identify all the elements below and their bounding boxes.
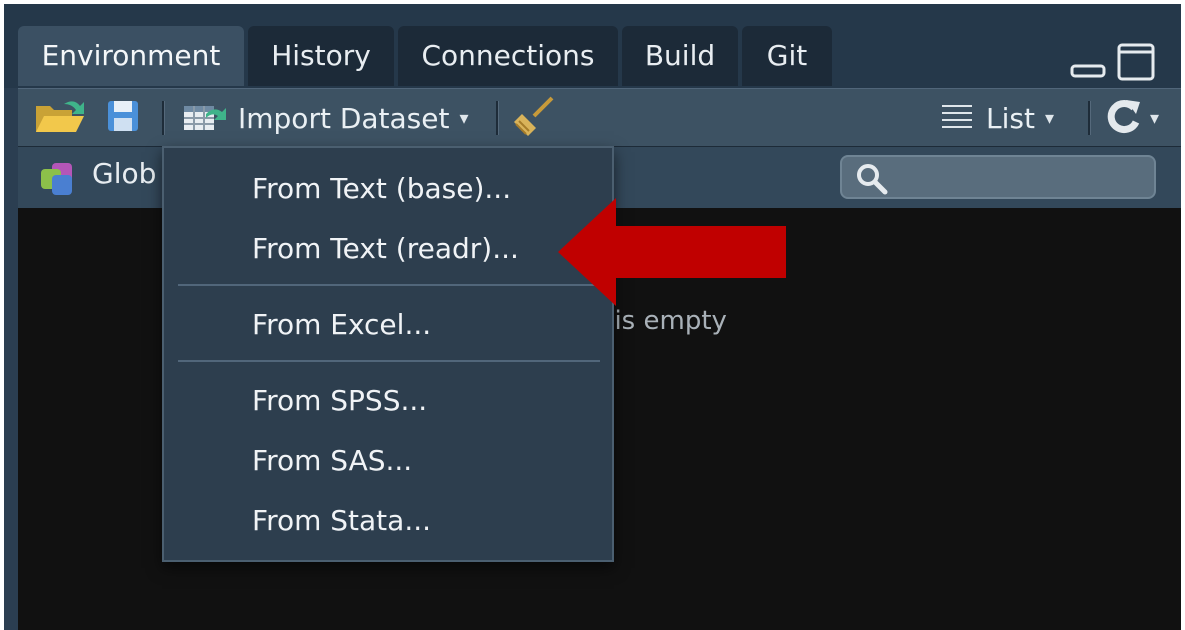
tab-connections[interactable]: Connections: [398, 26, 618, 86]
broom-icon: [512, 94, 556, 142]
toolbar-separator: [496, 101, 499, 135]
environment-selector[interactable]: [38, 161, 78, 201]
menu-separator: [178, 284, 600, 286]
toolbar-separator: [162, 101, 165, 135]
toolbar-separator: [1088, 101, 1091, 135]
list-icon: [942, 103, 972, 133]
environment-stack-icon: [38, 163, 78, 201]
import-dataset-button[interactable]: Import Dataset ▾: [182, 89, 469, 147]
chevron-down-icon: ▾: [459, 107, 469, 129]
open-workspace-button[interactable]: [32, 89, 88, 147]
tab-build[interactable]: Build: [622, 26, 738, 86]
annotation-arrow-icon: [556, 196, 788, 312]
chevron-down-icon: ▾: [1044, 107, 1054, 129]
menu-item-from-stata[interactable]: From Stata...: [164, 494, 612, 548]
folder-open-icon: [32, 96, 88, 140]
menu-item-from-text-readr[interactable]: From Text (readr)...: [164, 222, 612, 276]
table-import-icon: [182, 100, 230, 136]
refresh-icon: [1104, 96, 1144, 140]
import-dataset-label: Import Dataset: [238, 101, 450, 135]
tab-bar: Environment History Connections Build Gi…: [4, 4, 1181, 88]
clear-workspace-button[interactable]: [512, 89, 556, 147]
search-input[interactable]: [840, 155, 1156, 199]
menu-item-from-excel[interactable]: From Excel...: [164, 298, 612, 352]
floppy-disk-icon: [106, 99, 140, 137]
view-mode-dropdown[interactable]: List ▾: [942, 89, 1054, 147]
tab-environment[interactable]: Environment: [18, 26, 244, 86]
menu-separator: [178, 360, 600, 362]
menu-item-from-sas[interactable]: From SAS...: [164, 434, 612, 488]
save-workspace-button[interactable]: [106, 89, 140, 147]
refresh-button[interactable]: ▾: [1104, 89, 1159, 147]
environment-selector-label[interactable]: Glob: [92, 157, 156, 190]
tab-history[interactable]: History: [248, 26, 394, 86]
minimize-icon[interactable]: [1070, 44, 1106, 84]
toolbar: Import Dataset ▾ List ▾ ▾: [18, 88, 1181, 147]
maximize-icon[interactable]: [1116, 42, 1156, 86]
tab-git[interactable]: Git: [742, 26, 832, 86]
import-dataset-menu: From Text (base)... From Text (readr)...…: [162, 146, 614, 562]
search-icon: [856, 163, 888, 199]
view-mode-label: List: [986, 101, 1035, 135]
menu-item-from-text-base[interactable]: From Text (base)...: [164, 162, 612, 216]
chevron-down-icon: ▾: [1150, 107, 1160, 129]
menu-item-from-spss[interactable]: From SPSS...: [164, 374, 612, 428]
